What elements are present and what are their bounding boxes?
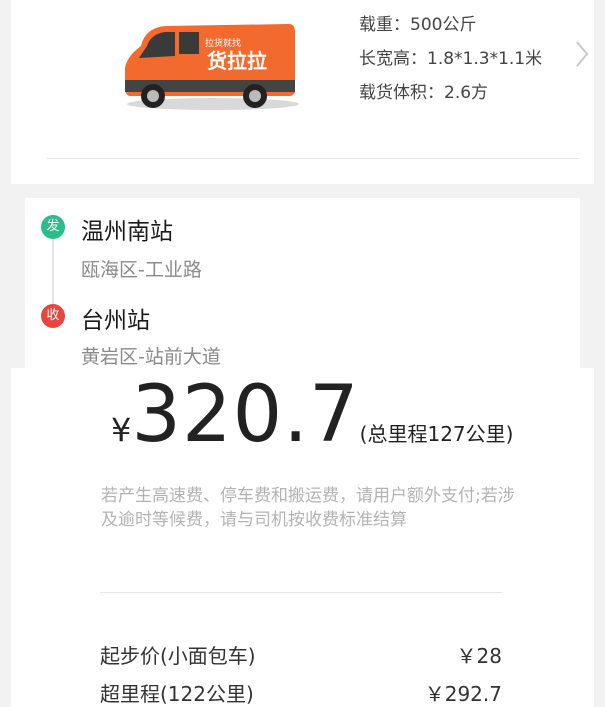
- currency-symbol: ¥: [111, 411, 132, 449]
- fee-item-label: 超里程(122公里): [100, 682, 254, 706]
- route-card: 发 温州南站 瓯海区-工业路 收 台州站 黄岩区-站前大道: [25, 198, 580, 373]
- destination-badge: 收: [41, 304, 65, 328]
- price-panel: ¥320.7(总里程127公里) 若产生高速费、停车费和搬运费，请用户额外支付;…: [11, 368, 594, 707]
- origin-address: 瓯海区-工业路: [81, 259, 202, 281]
- chevron-right-icon[interactable]: [574, 38, 590, 70]
- vehicle-specs: 载重：500公斤 长宽高：1.8*1.3*1.1米 载货体积：2.6方: [359, 8, 542, 110]
- destination-address: 黄岩区-站前大道: [81, 346, 221, 368]
- divider: [100, 592, 502, 593]
- total-distance: (总里程127公里): [359, 422, 514, 446]
- fee-note: 若产生高速费、停车费和搬运费，请用户额外支付;若涉及逾时等候费，请与司机按收费标…: [101, 486, 515, 530]
- spec-load: 载重：500公斤: [359, 15, 477, 35]
- spec-dimensions: 长宽高：1.8*1.3*1.1米: [359, 49, 543, 69]
- van-slogan: 拉货就找: [205, 37, 241, 49]
- van-brand-text: 货拉拉: [207, 49, 267, 73]
- spec-volume: 载货体积：2.6方: [359, 83, 489, 103]
- fee-item-value: ￥292.7: [424, 682, 502, 706]
- vehicle-card[interactable]: 拉货就找 货拉拉 载重：500公斤 长宽高：1.8*1.3*1.1米 载货体积：…: [11, 0, 594, 184]
- divider: [47, 158, 579, 159]
- destination-station: 台州站: [81, 308, 150, 334]
- fee-item-label: 起步价(小面包车): [100, 644, 256, 668]
- origin-station: 温州南站: [81, 219, 173, 245]
- total-amount: 320.7: [131, 370, 360, 460]
- total-price: ¥320.7(总里程127公里): [111, 370, 513, 460]
- origin-badge: 发: [41, 215, 65, 239]
- van-image: 拉货就找 货拉拉: [125, 24, 299, 110]
- route-connector: [52, 239, 54, 304]
- fee-item-value: ￥28: [456, 644, 502, 668]
